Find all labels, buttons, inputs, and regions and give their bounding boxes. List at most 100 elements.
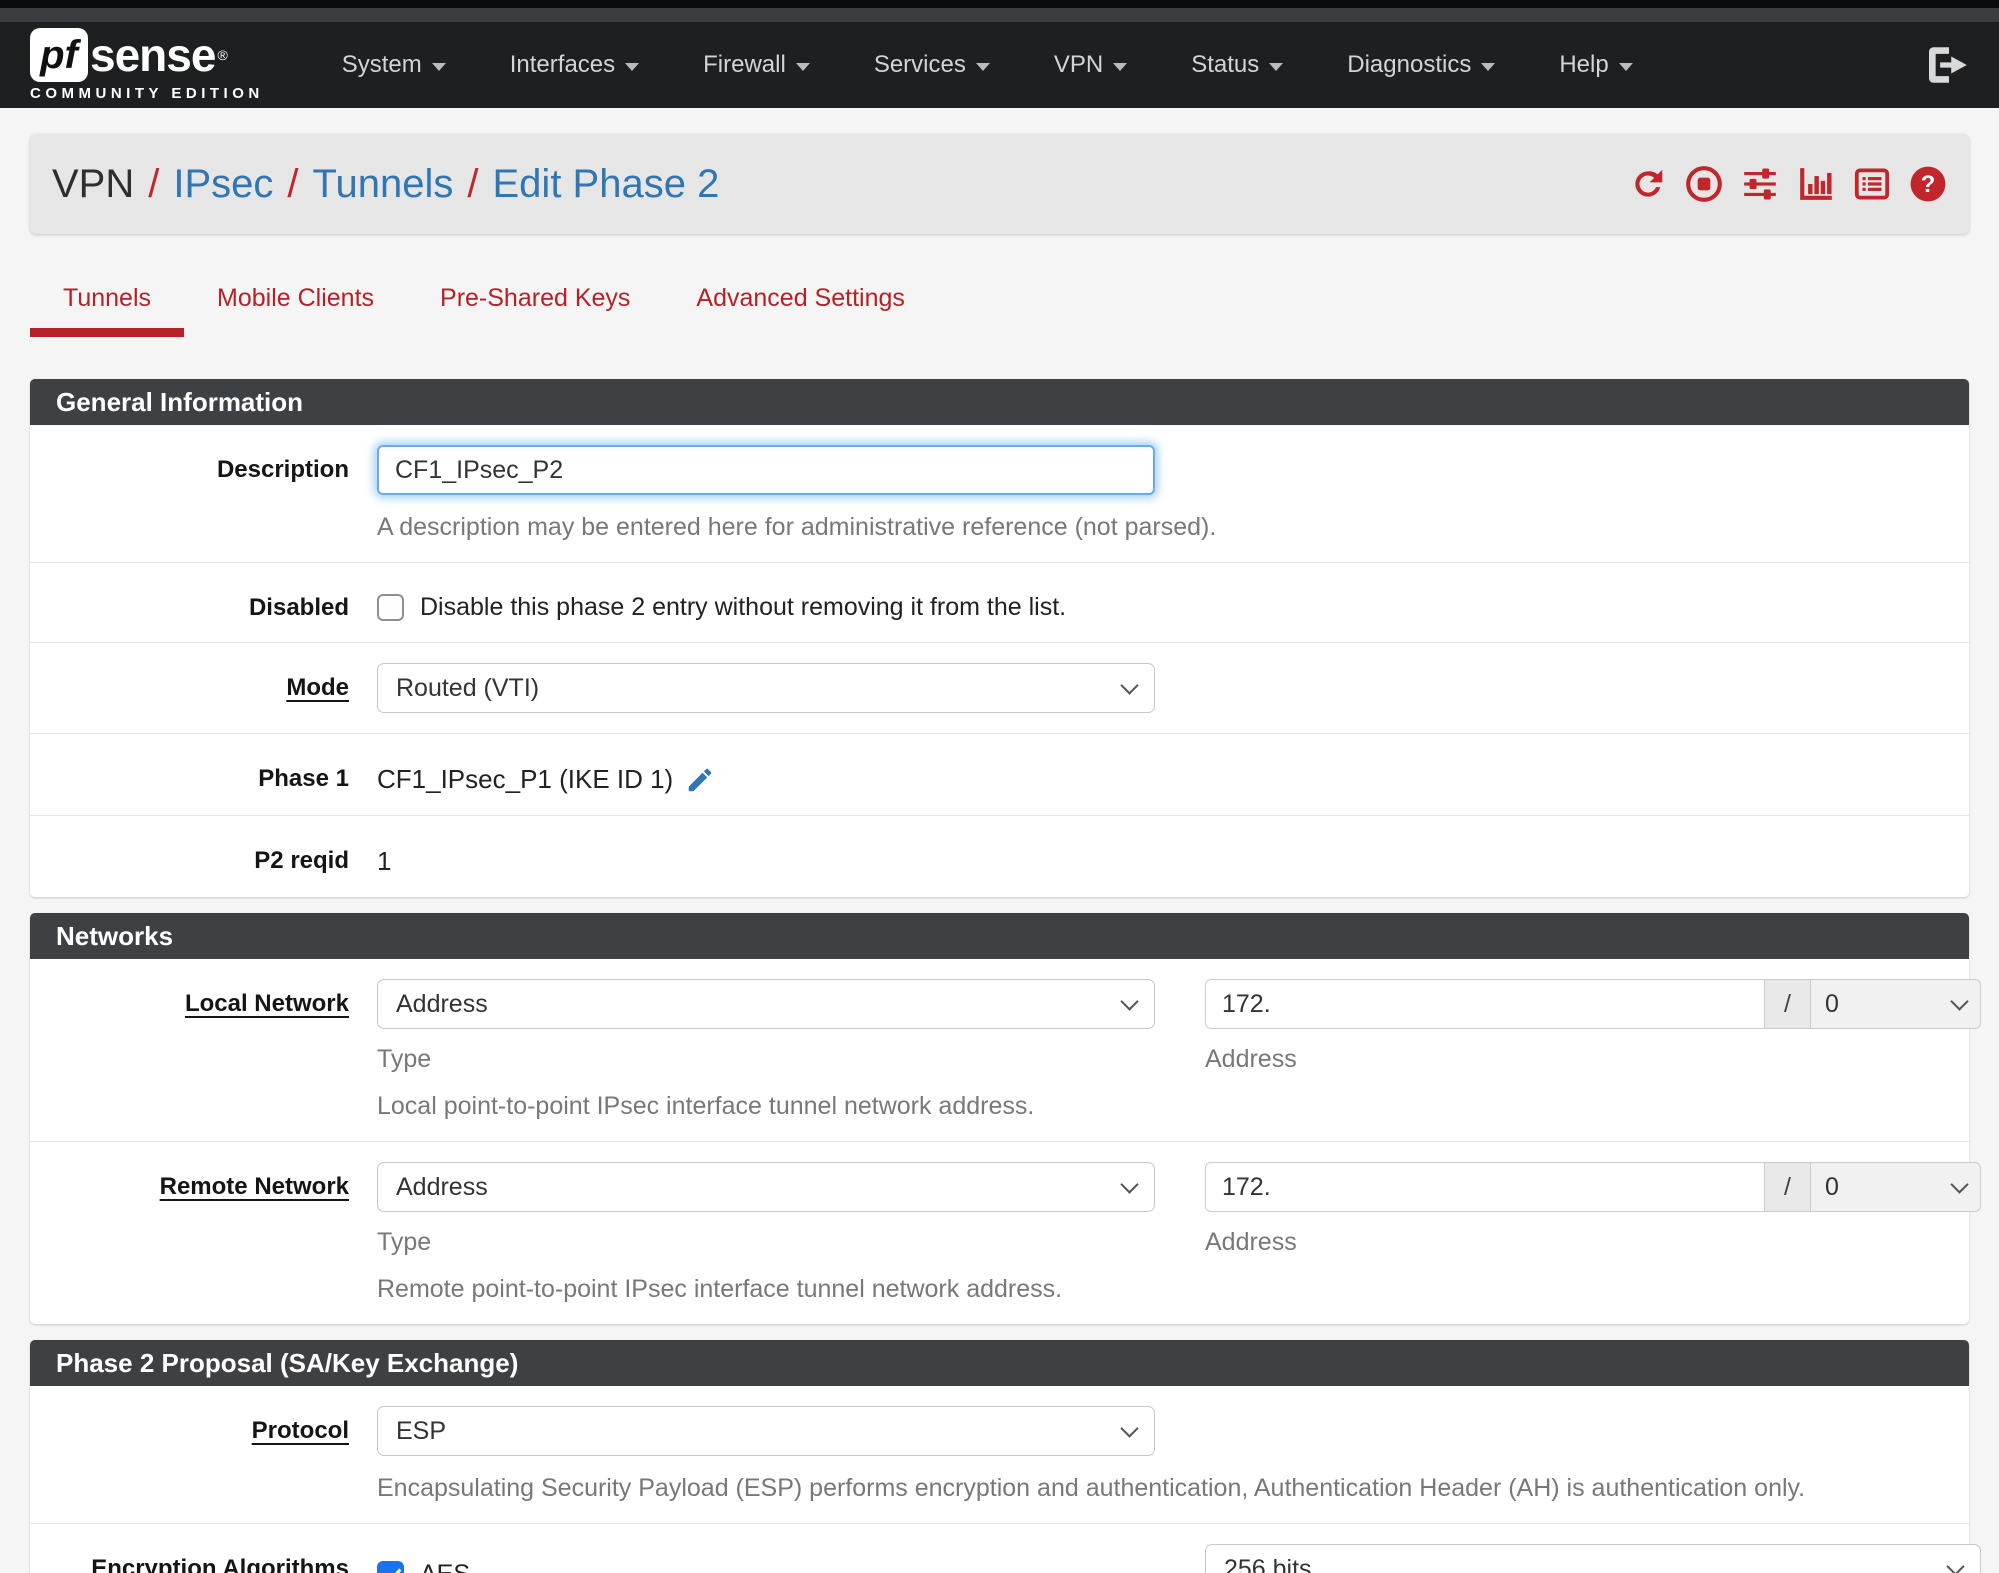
sign-out-icon[interactable] (1929, 47, 1969, 83)
row-description: Description A description may be entered… (30, 425, 1969, 563)
menu-label: Interfaces (509, 51, 616, 78)
remote-network-help: Remote point-to-point IPsec interface tu… (377, 1275, 1063, 1303)
prefix-separator: / (1765, 1162, 1811, 1212)
section-networks: Networks Local Network Address Type 172.… (30, 913, 1981, 1324)
local-type-value: Address (396, 989, 488, 1018)
caret-down-icon (1269, 62, 1284, 71)
phase1-value-line: CF1_IPsec_P1 (IKE ID 1) (377, 754, 1939, 795)
tab-tunnels[interactable]: Tunnels (30, 284, 185, 337)
brand-line: pf sense ® (30, 28, 264, 82)
disabled-checkbox[interactable] (377, 594, 404, 621)
remote-type-select[interactable]: Address (377, 1162, 1155, 1212)
menu-item-interfaces[interactable]: Interfaces (509, 51, 640, 79)
main-menu: System Interfaces Firewall Services VPN … (342, 51, 1633, 79)
menu-item-help[interactable]: Help (1559, 51, 1633, 79)
row-local-network: Local Network Address Type 172. / 0 Addr… (30, 959, 1981, 1142)
menu-item-system[interactable]: System (342, 51, 446, 79)
menu-item-services[interactable]: Services (874, 51, 990, 79)
edit-pencil-icon[interactable] (685, 765, 715, 795)
breadcrumb-link-ipsec[interactable]: IPsec (173, 162, 273, 207)
chart-bar-icon[interactable] (1797, 165, 1835, 203)
remote-address-stack: / 0 Address (1205, 1162, 1981, 1257)
registered-mark: ® (217, 47, 228, 63)
aes-keylen-select[interactable]: 256 bits (1205, 1544, 1981, 1573)
local-mask-select[interactable]: 0 (1811, 979, 1981, 1029)
row-encryption-aes: Encryption Algorithms AES 256 bits (30, 1524, 1981, 1573)
chevron-down-icon (1120, 991, 1139, 1011)
window-title-strip (0, 8, 1999, 22)
description-input[interactable] (377, 445, 1155, 495)
local-type-caption: Type (377, 1045, 432, 1073)
tab-advanced-settings[interactable]: Advanced Settings (663, 284, 937, 337)
help-icon[interactable]: ? (1909, 165, 1947, 203)
row-p2reqid: P2 reqid 1 (30, 816, 1969, 897)
page-content: VPN / IPsec / Tunnels / Edit Phase 2 ? T… (0, 134, 1999, 1573)
mode-label[interactable]: Mode (286, 674, 349, 701)
row-phase1: Phase 1 CF1_IPsec_P1 (IKE ID 1) (30, 734, 1969, 816)
sliders-icon[interactable] (1741, 165, 1779, 203)
local-address-input[interactable] (1205, 979, 1765, 1029)
pfsense-logo[interactable]: pf sense ® COMMUNITY EDITION (30, 28, 264, 102)
protocol-select[interactable]: ESP (377, 1406, 1155, 1456)
refresh-icon[interactable] (1629, 165, 1667, 203)
local-network-label[interactable]: Local Network (185, 990, 349, 1017)
menu-item-diagnostics[interactable]: Diagnostics (1347, 51, 1496, 79)
aes-controls: AES 256 bits (377, 1544, 1981, 1573)
breadcrumb-link-tunnels[interactable]: Tunnels (313, 162, 454, 207)
local-type-select[interactable]: Address (377, 979, 1155, 1029)
caret-down-icon (431, 62, 446, 71)
menu-item-status[interactable]: Status (1191, 51, 1284, 79)
menu-item-firewall[interactable]: Firewall (703, 51, 810, 79)
stop-icon[interactable] (1685, 165, 1723, 203)
remote-network-controls: Address Type / 0 (377, 1162, 1981, 1257)
mode-select[interactable]: Routed (VTI) (377, 663, 1155, 713)
section-body: Protocol ESP Encapsulating Security Payl… (30, 1386, 1981, 1573)
section-body: Local Network Address Type 172. / 0 Addr… (30, 959, 1981, 1324)
protocol-select-value: ESP (396, 1416, 447, 1445)
breadcrumb-bar: VPN / IPsec / Tunnels / Edit Phase 2 ? (30, 134, 1969, 234)
menu-label: Services (873, 51, 966, 78)
tab-pre-shared-keys[interactable]: Pre-Shared Keys (407, 284, 663, 337)
local-type-stack: Address Type (377, 979, 1155, 1074)
chevron-down-icon (1120, 1174, 1139, 1194)
window-top-strip (0, 0, 1999, 8)
breadcrumb-separator: / (287, 161, 299, 206)
encryption-algorithms-label[interactable]: Encryption Algorithms (91, 1555, 349, 1573)
brand-sense-text: sense (90, 29, 216, 81)
row-protocol: Protocol ESP Encapsulating Security Payl… (30, 1386, 1969, 1524)
caret-down-icon (625, 62, 640, 71)
disabled-checkbox-text: Disable this phase 2 entry without remov… (420, 593, 1067, 621)
pf-logo-box: pf (30, 28, 88, 82)
phase1-value: CF1_IPsec_P1 (IKE ID 1) (377, 764, 674, 794)
caret-down-icon (1618, 62, 1633, 71)
aes-checkbox[interactable] (377, 1560, 404, 1573)
menu-label: Firewall (703, 51, 786, 78)
disabled-checkbox-line: Disable this phase 2 entry without remov… (377, 583, 1939, 622)
disabled-controls: Disable this phase 2 entry without remov… (377, 583, 1939, 622)
section-title: Phase 2 Proposal (SA/Key Exchange) (30, 1340, 1969, 1386)
section-general-information: General Information Description A descri… (30, 379, 1969, 897)
log-icon[interactable] (1853, 165, 1891, 203)
mode-select-value: Routed (VTI) (396, 673, 540, 702)
row-remote-network: Remote Network Address Type 172. / 0 Add… (30, 1142, 1981, 1324)
section-title: General Information (30, 379, 1969, 425)
tab-mobile-clients[interactable]: Mobile Clients (184, 284, 407, 337)
protocol-label[interactable]: Protocol (252, 1417, 349, 1444)
aes-checkbox-text: AES (420, 1560, 470, 1573)
menu-item-vpn[interactable]: VPN (1054, 51, 1128, 79)
prefix-separator: / (1765, 979, 1811, 1029)
section-title: Networks (30, 913, 1969, 959)
remote-address-group: / 0 (1205, 1162, 1981, 1212)
breadcrumb: VPN / IPsec / Tunnels / Edit Phase 2 (52, 162, 719, 207)
breadcrumb-link-edit-phase2[interactable]: Edit Phase 2 (493, 162, 720, 207)
brand-tagline: COMMUNITY EDITION (30, 85, 264, 102)
local-address-group: / 0 (1205, 979, 1981, 1029)
menu-label: Diagnostics (1347, 51, 1472, 78)
chevron-down-icon (1120, 675, 1139, 695)
remote-mask-select[interactable]: 0 (1811, 1162, 1981, 1212)
caret-down-icon (1113, 62, 1128, 71)
description-help: A description may be entered here for ad… (377, 513, 1217, 541)
remote-network-label[interactable]: Remote Network (160, 1173, 349, 1200)
breadcrumb-separator: / (148, 161, 160, 206)
remote-address-input[interactable] (1205, 1162, 1765, 1212)
